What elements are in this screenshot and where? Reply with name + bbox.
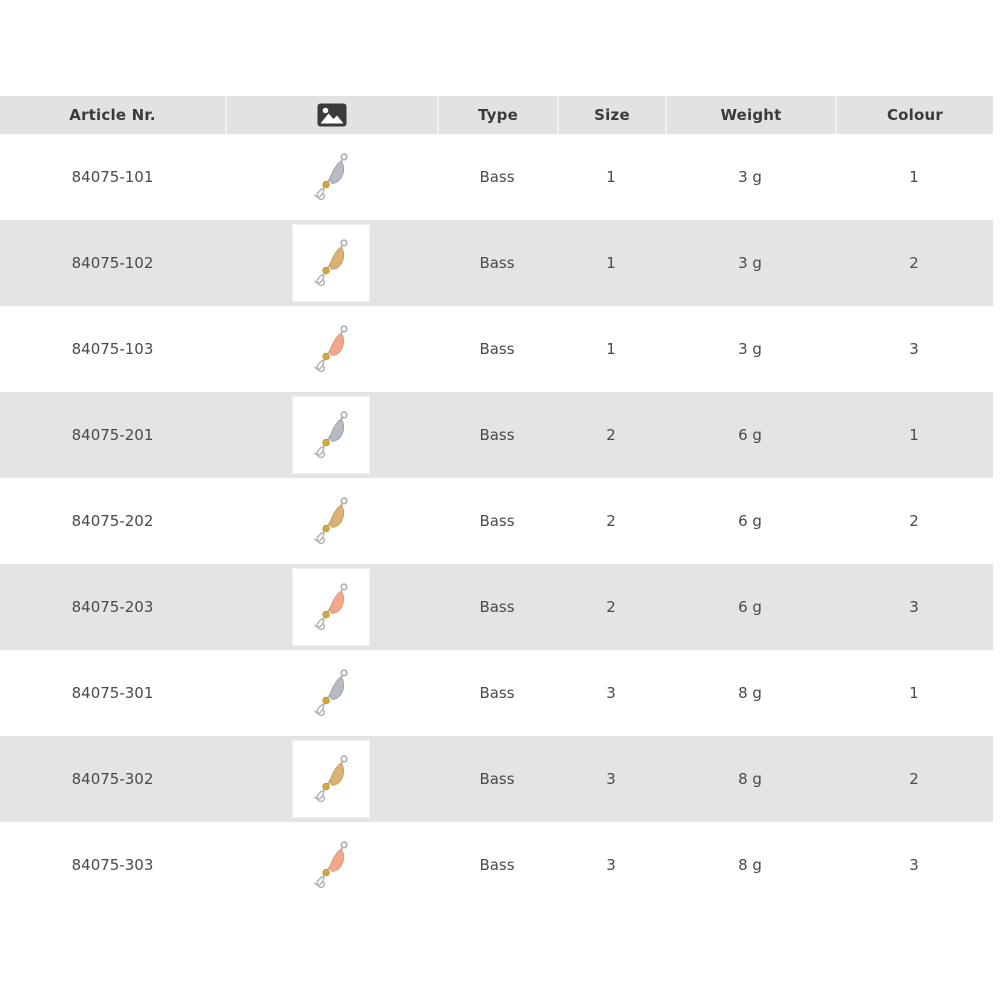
- product-image-cell: [225, 134, 437, 220]
- type-value: Bass: [437, 306, 557, 392]
- column-header-article-nr: Article Nr.: [0, 96, 225, 134]
- table-row: 84075-302 Bass 3 8 g 2: [0, 736, 993, 822]
- product-image-cell: [225, 478, 437, 564]
- product-spec-table: Article Nr. Type Size Weight Colour 8407…: [0, 96, 993, 908]
- product-image: [293, 139, 369, 215]
- product-image: [293, 827, 369, 903]
- type-value: Bass: [437, 564, 557, 650]
- column-header-image: [225, 96, 437, 134]
- colour-value: 2: [835, 478, 993, 564]
- article-nr-value: 84075-202: [0, 478, 225, 564]
- colour-value: 1: [835, 134, 993, 220]
- spinner-lure-icon: [305, 231, 357, 295]
- article-nr-value: 84075-303: [0, 822, 225, 908]
- colour-value: 3: [835, 822, 993, 908]
- spinner-lure-icon: [305, 661, 357, 725]
- table-row: 84075-303 Bass 3 8 g 3: [0, 822, 993, 908]
- article-nr-value: 84075-301: [0, 650, 225, 736]
- type-value: Bass: [437, 650, 557, 736]
- weight-value: 6 g: [665, 392, 835, 478]
- size-value: 1: [557, 306, 665, 392]
- size-value: 1: [557, 220, 665, 306]
- colour-value: 1: [835, 392, 993, 478]
- size-value: 2: [557, 392, 665, 478]
- product-image: [293, 741, 369, 817]
- size-value: 2: [557, 564, 665, 650]
- table-row: 84075-103 Bass 1 3 g 3: [0, 306, 993, 392]
- type-value: Bass: [437, 478, 557, 564]
- product-image: [293, 483, 369, 559]
- weight-value: 6 g: [665, 564, 835, 650]
- colour-value: 2: [835, 220, 993, 306]
- product-image-cell: [225, 306, 437, 392]
- spinner-lure-icon: [305, 317, 357, 381]
- colour-value: 2: [835, 736, 993, 822]
- column-header-weight: Weight: [665, 96, 835, 134]
- weight-value: 3 g: [665, 134, 835, 220]
- product-image: [293, 397, 369, 473]
- colour-value: 3: [835, 306, 993, 392]
- table-row: 84075-301 Bass 3 8 g 1: [0, 650, 993, 736]
- type-value: Bass: [437, 822, 557, 908]
- weight-value: 8 g: [665, 650, 835, 736]
- size-value: 2: [557, 478, 665, 564]
- table-body: 84075-101 Bass 1 3 g 1 84075-10: [0, 134, 993, 908]
- size-value: 3: [557, 650, 665, 736]
- type-value: Bass: [437, 392, 557, 478]
- image-icon: [317, 103, 347, 127]
- article-nr-value: 84075-102: [0, 220, 225, 306]
- spinner-lure-icon: [305, 145, 357, 209]
- spinner-lure-icon: [305, 575, 357, 639]
- column-header-type: Type: [437, 96, 557, 134]
- spinner-lure-icon: [305, 403, 357, 467]
- article-nr-value: 84075-302: [0, 736, 225, 822]
- colour-value: 3: [835, 564, 993, 650]
- weight-value: 3 g: [665, 306, 835, 392]
- column-header-size: Size: [557, 96, 665, 134]
- table-row: 84075-101 Bass 1 3 g 1: [0, 134, 993, 220]
- colour-value: 1: [835, 650, 993, 736]
- table-header-row: Article Nr. Type Size Weight Colour: [0, 96, 993, 134]
- table-row: 84075-102 Bass 1 3 g 2: [0, 220, 993, 306]
- weight-value: 8 g: [665, 736, 835, 822]
- weight-value: 3 g: [665, 220, 835, 306]
- table-row: 84075-203 Bass 2 6 g 3: [0, 564, 993, 650]
- product-image: [293, 225, 369, 301]
- table-row: 84075-202 Bass 2 6 g 2: [0, 478, 993, 564]
- type-value: Bass: [437, 220, 557, 306]
- product-image: [293, 311, 369, 387]
- product-image: [293, 569, 369, 645]
- product-image-cell: [225, 564, 437, 650]
- spinner-lure-icon: [305, 747, 357, 811]
- product-image-cell: [225, 392, 437, 478]
- size-value: 3: [557, 736, 665, 822]
- product-image: [293, 655, 369, 731]
- product-image-cell: [225, 736, 437, 822]
- spinner-lure-icon: [305, 489, 357, 553]
- spinner-lure-icon: [305, 833, 357, 897]
- article-nr-value: 84075-103: [0, 306, 225, 392]
- size-value: 3: [557, 822, 665, 908]
- article-nr-value: 84075-203: [0, 564, 225, 650]
- type-value: Bass: [437, 134, 557, 220]
- article-nr-value: 84075-201: [0, 392, 225, 478]
- size-value: 1: [557, 134, 665, 220]
- product-image-cell: [225, 822, 437, 908]
- product-image-cell: [225, 650, 437, 736]
- article-nr-value: 84075-101: [0, 134, 225, 220]
- weight-value: 8 g: [665, 822, 835, 908]
- table-row: 84075-201 Bass 2 6 g 1: [0, 392, 993, 478]
- weight-value: 6 g: [665, 478, 835, 564]
- type-value: Bass: [437, 736, 557, 822]
- product-image-cell: [225, 220, 437, 306]
- column-header-colour: Colour: [835, 96, 993, 134]
